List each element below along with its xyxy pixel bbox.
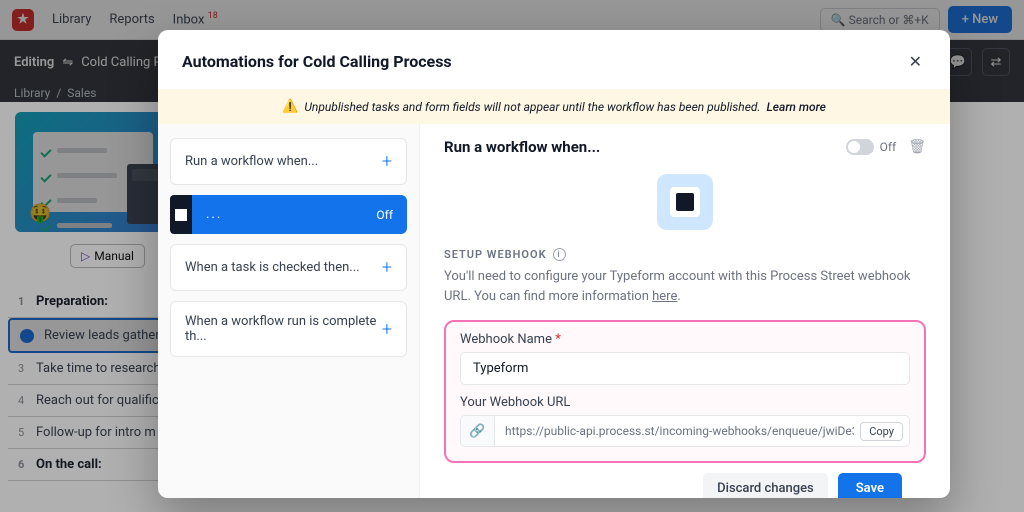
copy-button[interactable]: Copy <box>860 422 903 441</box>
webhook-name-label: Webhook Name * <box>460 332 910 347</box>
close-icon[interactable]: ✕ <box>905 48 926 75</box>
warning-icon: ⚠️ <box>282 99 298 114</box>
learn-more-link[interactable]: Learn more <box>767 100 826 114</box>
typeform-icon <box>170 195 192 234</box>
discard-button[interactable]: Discard changes <box>703 473 828 498</box>
save-button[interactable]: Save <box>838 473 902 498</box>
info-icon[interactable]: i <box>553 248 566 261</box>
webhook-url-label: Your Webhook URL <box>460 395 910 410</box>
app-tile <box>657 174 713 230</box>
link-icon: 🔗 <box>461 416 495 446</box>
warning-banner: ⚠️ Unpublished tasks and form fields wil… <box>158 89 950 124</box>
plus-icon[interactable]: + <box>382 257 392 278</box>
config-title: Run a workflow when... <box>444 138 600 156</box>
trigger-config: Run a workflow when... Off 🗑 SETUP WEBHO… <box>420 124 950 498</box>
trash-icon[interactable]: 🗑 <box>908 139 926 155</box>
enable-toggle[interactable] <box>846 139 874 155</box>
webhook-name-input[interactable] <box>460 352 910 385</box>
webhook-url-value: https://public-api.process.st/incoming-w… <box>495 416 854 446</box>
trigger-task-checked[interactable]: When a task is checked then... + <box>170 244 407 291</box>
webhook-description: You'll need to configure your Typeform a… <box>444 267 926 306</box>
section-label: SETUP WEBHOOK i <box>444 248 926 261</box>
here-link[interactable]: here <box>652 289 677 304</box>
modal-title: Automations for Cold Calling Process <box>182 52 452 71</box>
automations-modal: Automations for Cold Calling Process ✕ ⚠… <box>158 30 950 498</box>
trigger-status: Off <box>376 208 393 222</box>
toggle-label: Off <box>880 140 897 154</box>
webhook-url-row: 🔗 https://public-api.process.st/incoming… <box>460 415 910 447</box>
typeform-icon <box>676 193 694 211</box>
trigger-list: Run a workflow when... + ... Off When a … <box>158 124 420 498</box>
trigger-active[interactable]: ... Off <box>170 195 407 234</box>
webhook-highlight: Webhook Name * Your Webhook URL 🔗 https:… <box>444 320 926 463</box>
trigger-run-when[interactable]: Run a workflow when... + <box>170 138 407 185</box>
plus-icon[interactable]: + <box>382 151 392 172</box>
trigger-run-complete[interactable]: When a workflow run is complete th... + <box>170 301 407 357</box>
plus-icon[interactable]: + <box>382 319 392 340</box>
